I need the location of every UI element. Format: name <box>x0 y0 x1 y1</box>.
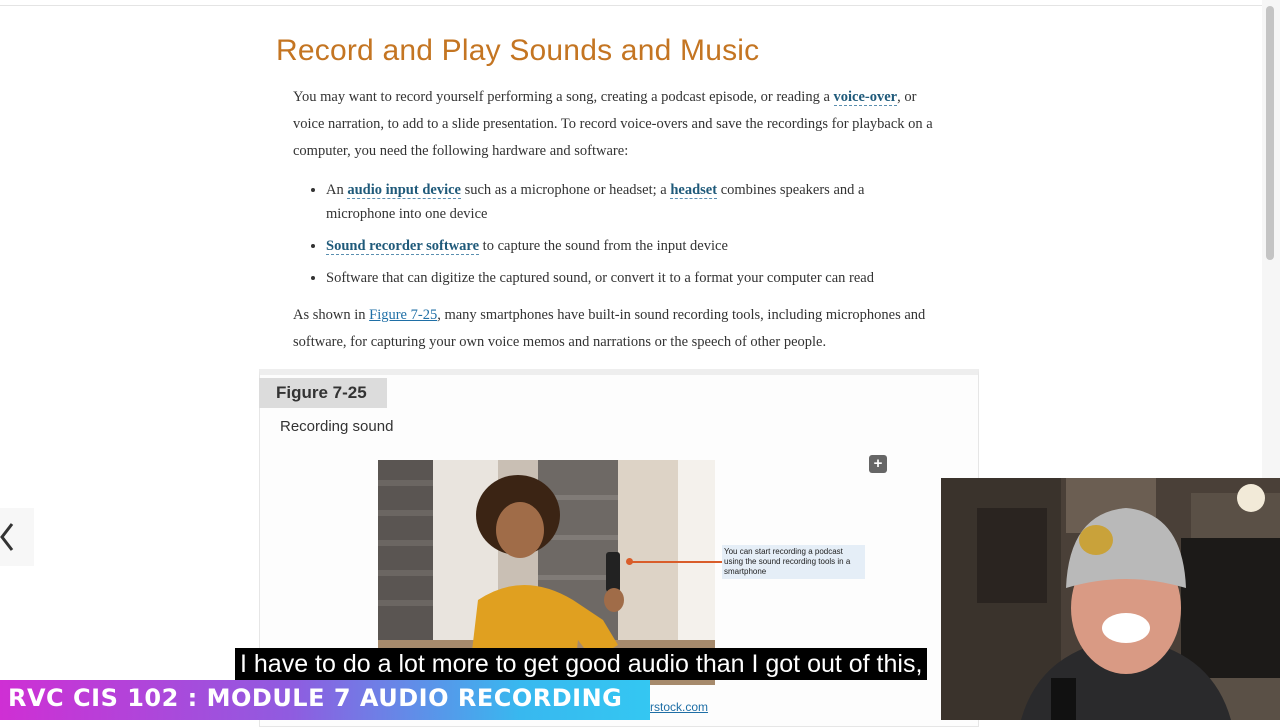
figure-label: Figure 7-25 <box>259 378 387 408</box>
shown-text-1: As shown in <box>293 307 370 323</box>
bullet-text: such as a microphone or headset; a <box>460 182 671 198</box>
intro-paragraph: You may want to record yourself performi… <box>293 84 943 165</box>
page-title: Record and Play Sounds and Music <box>276 34 760 67</box>
bullet-text: to capture the sound from the input devi… <box>479 238 728 254</box>
callout-leader-line <box>630 561 722 563</box>
term-headset-link[interactable]: headset <box>670 182 718 199</box>
plus-icon[interactable]: + <box>869 455 887 473</box>
figure-reference-paragraph: As shown in Figure 7-25, many smartphone… <box>293 302 943 356</box>
top-divider <box>0 5 1262 6</box>
figure-7-25-link[interactable]: Figure 7-25 <box>369 307 437 323</box>
intro-text-1: You may want to record yourself performi… <box>293 89 834 105</box>
subtitle-caption: I have to do a lot more to get good audi… <box>235 648 928 680</box>
presenter-webcam <box>941 478 1280 720</box>
callout-leader-dot <box>626 558 633 565</box>
bullet-text: An <box>326 182 348 198</box>
bullet-text: Software that can digitize the captured … <box>326 270 874 286</box>
scrollbar-thumb[interactable] <box>1266 6 1274 260</box>
figure-caption: Recording sound <box>280 418 394 435</box>
requirements-list: An audio input device such as a micropho… <box>309 178 926 298</box>
previous-page-button[interactable] <box>0 508 34 566</box>
figure-callout: You can start recording a podcast using … <box>722 545 865 579</box>
chevron-left-icon <box>0 523 14 551</box>
term-voice-over-link[interactable]: voice-over <box>833 89 898 106</box>
list-item: An audio input device such as a micropho… <box>326 178 926 226</box>
term-audio-input-device-link[interactable]: audio input device <box>347 182 461 199</box>
course-banner-text: RVC CIS 102 : MODULE 7 AUDIO RECORDING <box>8 684 623 712</box>
list-item: Sound recorder software to capture the s… <box>326 234 926 258</box>
term-sound-recorder-software-link[interactable]: Sound recorder software <box>326 238 480 255</box>
image-credit-link[interactable]: rstock.com <box>650 700 708 714</box>
list-item: Software that can digitize the captured … <box>326 266 926 290</box>
